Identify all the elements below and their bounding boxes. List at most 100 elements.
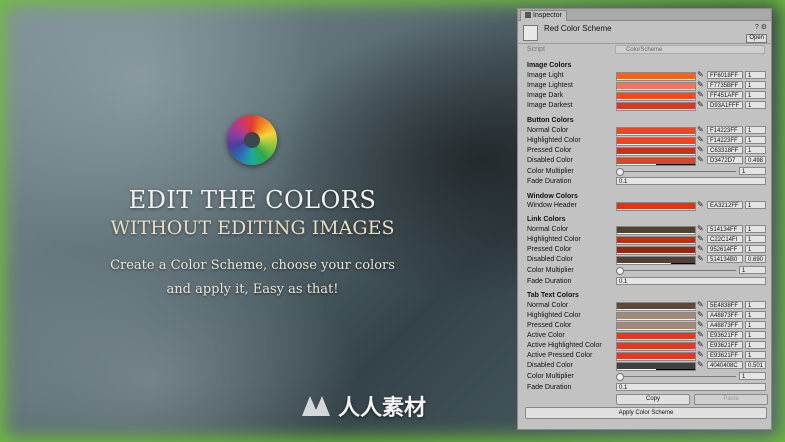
hex-field[interactable]: A48873FF [707,321,743,329]
hex-field[interactable]: F7735BFF [707,81,743,89]
hex-field[interactable]: 952614FF [707,245,743,253]
multiplier-slider-handle[interactable] [616,267,624,275]
alpha-field[interactable]: 1 [745,101,766,109]
eyedropper-icon[interactable]: ✎ [697,81,705,89]
color-swatch[interactable] [616,102,696,111]
hex-field[interactable]: FF6018FF [707,71,743,79]
eyedropper-icon[interactable]: ✎ [697,255,705,263]
color-swatch[interactable] [616,157,696,166]
fade-duration-field[interactable]: 0.1 [616,277,766,285]
color-swatch[interactable] [616,302,696,311]
eyedropper-icon[interactable]: ✎ [697,101,705,109]
open-button[interactable]: Open [746,34,767,43]
apply-color-scheme-button[interactable]: Apply Color Scheme [525,407,767,419]
multiplier-slider-track[interactable] [618,171,736,172]
hex-field[interactable]: E93621FF [707,331,743,339]
hex-field[interactable]: F14223FF [707,126,743,134]
color-swatch[interactable] [616,236,696,245]
eyedropper-icon[interactable]: ✎ [697,245,705,253]
hex-field[interactable]: A48873FF [707,311,743,319]
eyedropper-icon[interactable]: ✎ [697,136,705,144]
eyedropper-icon[interactable]: ✎ [697,341,705,349]
color-swatch[interactable] [616,202,696,211]
alpha-field[interactable]: 0.501 [745,361,766,369]
hex-field[interactable]: E93621FF [707,341,743,349]
color-swatch[interactable] [616,332,696,341]
alpha-field[interactable]: 1 [745,245,766,253]
alpha-field[interactable]: 1 [745,201,766,209]
hex-field[interactable]: E93621FF [707,351,743,359]
eyedropper-icon[interactable]: ✎ [697,91,705,99]
paste-button[interactable]: Paste [694,394,768,405]
hex-field[interactable]: 4040408C [707,361,743,369]
eyedropper-icon[interactable]: ✎ [697,126,705,134]
alpha-field[interactable]: 1 [745,81,766,89]
color-swatch[interactable] [616,92,696,101]
eyedropper-icon[interactable]: ✎ [697,146,705,154]
hex-field[interactable]: FF451AFF [707,91,743,99]
multiplier-field[interactable]: 1 [739,167,766,175]
alpha-field[interactable]: 0.690 [745,255,766,263]
hex-field[interactable]: 5E4838FF [707,301,743,309]
hex-field[interactable]: EA3212FF [707,201,743,209]
hex-field[interactable]: 514134FF [707,225,743,233]
alpha-field[interactable]: 1 [745,126,766,134]
alpha-field[interactable]: 0.498 [745,156,766,164]
hex-field[interactable]: C22C14FI [707,235,743,243]
alpha-field[interactable]: 1 [745,235,766,243]
tab-inspector[interactable]: Inspector [520,10,567,21]
color-swatch[interactable] [616,246,696,255]
color-swatch[interactable] [616,256,696,265]
alpha-field[interactable]: 1 [745,225,766,233]
fade-duration-field[interactable]: 0.1 [616,177,766,185]
multiplier-field[interactable]: 1 [739,372,766,380]
eyedropper-icon[interactable]: ✎ [697,361,705,369]
color-swatch[interactable] [616,127,696,136]
color-swatch[interactable] [616,82,696,91]
alpha-field[interactable]: 1 [745,321,766,329]
eyedropper-icon[interactable]: ✎ [697,321,705,329]
eyedropper-icon[interactable]: ✎ [697,235,705,243]
hex-field[interactable]: C63318FF [707,146,743,154]
eyedropper-icon[interactable]: ✎ [697,201,705,209]
eyedropper-icon[interactable]: ✎ [697,351,705,359]
help-icon[interactable]: ? [755,24,759,31]
color-swatch[interactable] [616,137,696,146]
alpha-field[interactable]: 1 [745,136,766,144]
alpha-field[interactable]: 1 [745,351,766,359]
fade-duration-field[interactable]: 0.1 [616,383,766,391]
color-swatch[interactable] [616,342,696,351]
eyedropper-icon[interactable]: ✎ [697,331,705,339]
hex-field[interactable]: F14223FF [707,136,743,144]
alpha-field[interactable]: 1 [745,146,766,154]
color-swatch[interactable] [616,352,696,361]
alpha-field[interactable]: 1 [745,331,766,339]
color-swatch[interactable] [616,226,696,235]
eyedropper-icon[interactable]: ✎ [697,71,705,79]
eyedropper-icon[interactable]: ✎ [697,301,705,309]
multiplier-field[interactable]: 1 [739,266,766,274]
multiplier-slider-handle[interactable] [616,373,624,381]
alpha-field[interactable]: 1 [745,311,766,319]
eyedropper-icon[interactable]: ✎ [697,156,705,164]
copy-button[interactable]: Copy [616,394,690,405]
multiplier-slider-track[interactable] [618,270,736,271]
hex-field[interactable]: 514134B0 [707,255,743,263]
color-swatch[interactable] [616,362,696,371]
eyedropper-icon[interactable]: ✎ [697,225,705,233]
color-swatch[interactable] [616,147,696,156]
alpha-field[interactable]: 1 [745,341,766,349]
hex-field[interactable]: D93A1FFF [707,101,743,109]
alpha-field[interactable]: 1 [745,91,766,99]
multiplier-slider-track[interactable] [618,376,736,377]
alpha-field[interactable]: 1 [745,301,766,309]
color-swatch[interactable] [616,72,696,81]
alpha-field[interactable]: 1 [745,71,766,79]
multiplier-slider-handle[interactable] [616,168,624,176]
eyedropper-icon[interactable]: ✎ [697,311,705,319]
settings-icon[interactable]: ⚙ [761,24,767,31]
color-swatch[interactable] [616,322,696,331]
script-field[interactable]: ColorScheme [615,45,765,54]
hex-field[interactable]: D3472D7 [707,156,743,164]
color-swatch[interactable] [616,312,696,321]
